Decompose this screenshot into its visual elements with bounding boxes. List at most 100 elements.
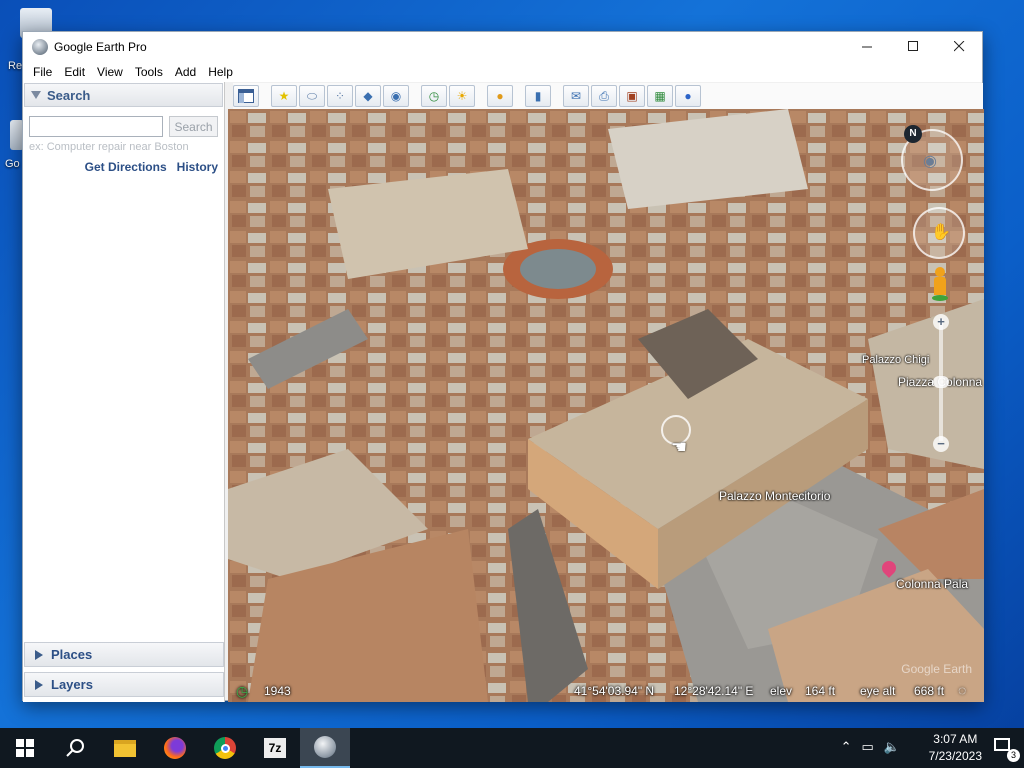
save-image-icon: ▣ <box>626 89 638 103</box>
close-button[interactable] <box>936 32 982 61</box>
close-icon <box>953 41 964 52</box>
polygon-icon: ⬭ <box>306 88 318 103</box>
email-button[interactable]: ✉ <box>563 85 589 107</box>
add-polygon-button[interactable]: ⬭ <box>299 85 325 107</box>
zoom-in-button[interactable]: + <box>933 314 949 330</box>
7zip-button[interactable]: 7z <box>250 728 300 768</box>
volume-muted-icon[interactable]: 🔈 <box>884 739 900 755</box>
google-earth-taskbar-button[interactable] <box>300 728 350 768</box>
google-earth-window: Google Earth Pro File Edit View Tools Ad… <box>22 31 984 702</box>
chrome-icon <box>214 737 236 759</box>
clock-date: 7/23/2023 <box>928 749 982 763</box>
sidebar-icon <box>238 89 254 103</box>
zoom-out-button[interactable]: − <box>933 436 949 452</box>
historical-imagery-button[interactable]: ◷ <box>421 85 447 107</box>
maximize-button[interactable] <box>890 32 936 61</box>
street-view-pegman-icon[interactable] <box>932 267 948 303</box>
eye-icon: ◉ <box>923 153 937 170</box>
sun-icon: ☀ <box>456 89 468 103</box>
zoom-slider-handle[interactable] <box>933 376 949 388</box>
sunlight-button[interactable]: ☀ <box>449 85 475 107</box>
printer-icon: ⎙ <box>599 88 609 103</box>
add-image-overlay-button[interactable]: ◆ <box>355 85 381 107</box>
search-hint: ex: Computer repair near Boston <box>29 141 189 153</box>
firefox-icon <box>164 737 186 759</box>
ruler-button[interactable]: ▮ <box>525 85 551 107</box>
toggle-sidebar-button[interactable] <box>233 85 259 107</box>
desktop-label-re: Re <box>8 60 23 72</box>
eye-alt-value: 668 ft <box>914 684 945 698</box>
search-row: Search <box>23 107 224 137</box>
folder-icon <box>114 739 136 757</box>
menu-tools[interactable]: Tools <box>129 65 169 79</box>
hand-cursor-icon: ☚ <box>671 437 688 457</box>
window-controls <box>844 32 982 61</box>
file-explorer-button[interactable] <box>100 728 150 768</box>
label-colonna-pala[interactable]: Colonna Pala <box>896 577 968 591</box>
places-panel-header[interactable]: Places <box>24 642 224 667</box>
bottom-sections: Places Layers <box>23 642 225 702</box>
record-tour-icon: ◉ <box>390 89 402 103</box>
search-button[interactable]: Search <box>169 116 218 137</box>
collapse-triangle-icon <box>31 91 41 99</box>
latitude: 41°54'03.94" N <box>574 684 655 698</box>
firefox-button[interactable] <box>150 728 200 768</box>
move-control[interactable]: ✋ <box>913 207 965 259</box>
search-taskbar-button[interactable] <box>50 728 100 768</box>
windows-logo-icon <box>16 739 34 757</box>
pushpin-icon: ★ <box>278 89 290 103</box>
eye-alt-label: eye alt <box>860 684 896 698</box>
menu-help[interactable]: Help <box>202 65 239 79</box>
label-palazzo-montecitorio[interactable]: Palazzo Montecitorio <box>719 489 830 503</box>
map-view[interactable]: Palazzo Montecitorio Piazza Colonna Pala… <box>228 109 984 702</box>
elevation-label: elev <box>770 684 793 698</box>
minimize-button[interactable] <box>844 32 890 61</box>
search-icon <box>66 739 84 757</box>
path-icon: ⁘ <box>334 89 346 103</box>
network-icon[interactable]: ▭ <box>862 739 874 755</box>
notification-icon <box>994 738 1010 751</box>
print-button[interactable]: ⎙ <box>591 85 617 107</box>
title-bar[interactable]: Google Earth Pro <box>23 32 982 61</box>
ruler-icon: ▮ <box>534 89 542 103</box>
notification-center-button[interactable]: 3 <box>994 738 1020 762</box>
earth-gallery-button[interactable]: ● <box>675 85 701 107</box>
menu-file[interactable]: File <box>27 65 58 79</box>
elevation-value: 164 ft <box>805 684 836 698</box>
record-tour-button[interactable]: ◉ <box>383 85 409 107</box>
save-image-button[interactable]: ▣ <box>619 85 645 107</box>
view-in-maps-button[interactable]: ▦ <box>647 85 673 107</box>
toolbar: ★ ⬭ ⁘ ◆ ◉ ◷ ☀ ● ▮ ✉ ⎙ ▣ ▦ ● <box>233 83 983 109</box>
aerial-imagery <box>228 109 984 702</box>
menu-edit[interactable]: Edit <box>58 65 91 79</box>
maps-icon: ▦ <box>654 89 666 103</box>
historical-clock-icon[interactable]: ◷ <box>236 683 248 700</box>
menu-add[interactable]: Add <box>169 65 202 79</box>
hand-move-icon: ✋ <box>931 224 951 241</box>
start-button[interactable] <box>0 728 50 768</box>
layers-label: Layers <box>51 677 93 692</box>
label-palazzo-chigi[interactable]: Palazzo Chigi <box>862 354 929 366</box>
search-input[interactable] <box>29 116 163 137</box>
menu-view[interactable]: View <box>91 65 129 79</box>
north-compass[interactable]: N <box>904 125 922 143</box>
google-earth-taskbar-icon <box>314 736 336 758</box>
add-path-button[interactable]: ⁘ <box>327 85 353 107</box>
status-bar: ◷ 1943 41°54'03.94" N 12°28'42.14" E ele… <box>228 680 984 702</box>
chevron-up-icon[interactable]: ⌃ <box>841 739 852 755</box>
google-earth-icon <box>32 38 48 55</box>
left-panel: Search Search ex: Computer repair near B… <box>23 82 225 702</box>
switch-planet-button[interactable]: ● <box>487 85 513 107</box>
expand-triangle-icon <box>35 679 43 690</box>
envelope-icon: ✉ <box>570 89 582 103</box>
add-placemark-button[interactable]: ★ <box>271 85 297 107</box>
get-directions-link[interactable]: Get Directions <box>85 160 167 174</box>
taskbar: 7z ⌃ ▭ 🔈 3:07 AM 7/23/2023 3 <box>0 728 1024 768</box>
clock[interactable]: 3:07 AM 7/23/2023 <box>929 731 982 765</box>
minimize-icon <box>861 46 872 48</box>
history-link[interactable]: History <box>177 160 218 174</box>
layers-panel-header[interactable]: Layers <box>24 672 224 697</box>
chrome-button[interactable] <box>200 728 250 768</box>
longitude: 12°28'42.14" E <box>674 684 754 698</box>
search-panel-header[interactable]: Search <box>24 83 223 107</box>
